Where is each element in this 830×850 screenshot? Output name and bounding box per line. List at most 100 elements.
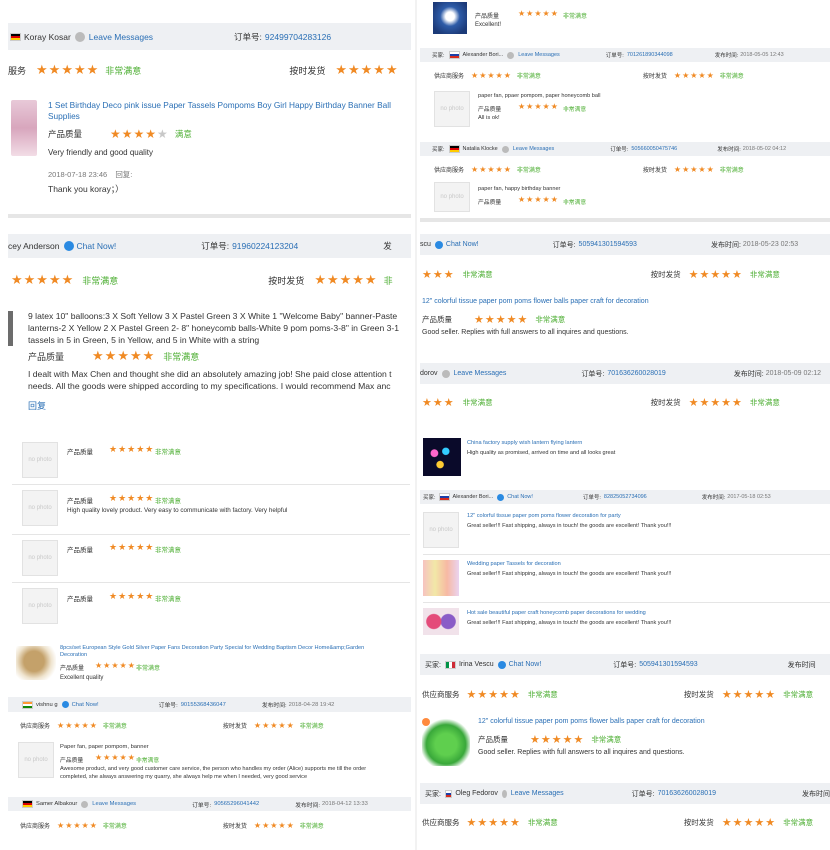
buyer-name[interactable]: Oleg Fedorov: [455, 790, 497, 797]
star-rating: ★★★★★: [673, 164, 715, 174]
order-number-link[interactable]: 701261890344098: [627, 52, 673, 58]
quality-label: 产品质量: [67, 596, 93, 603]
leave-messages-link[interactable]: Leave Messages: [513, 146, 555, 152]
chat-now-link[interactable]: Chat Now!: [77, 241, 117, 251]
review-comment: High quality lovely product. Very easy t…: [67, 507, 288, 514]
rating-text: 非常满意: [591, 734, 622, 744]
comment-line: completed, she always answering my quarr…: [60, 773, 308, 780]
star-rating: ★★★★★: [471, 70, 512, 80]
product-image[interactable]: [423, 608, 459, 635]
date-label: 发: [383, 241, 392, 251]
review-header: 买家: Irina Vescu Chat Now! 订单号: 505941301…: [420, 654, 830, 675]
review-comment: Excellent!: [475, 22, 502, 28]
product-image[interactable]: [8, 311, 13, 346]
rating-text: 非常满意: [527, 817, 558, 827]
divider: [423, 602, 830, 603]
quality-label: 产品质量: [67, 547, 93, 554]
review-header: 买家: Alexander Bori... Leave Messages 订单号…: [420, 48, 830, 62]
product-title-link[interactable]: Wedding paper Tassels for decoration: [467, 561, 561, 567]
supplier-service-label: 供应商服务: [20, 823, 51, 830]
placeholder-image: no photo: [18, 742, 54, 778]
rating-text: 非常满意: [563, 107, 587, 113]
star-rating: ★★★: [422, 396, 455, 409]
order-number-link[interactable]: 92499704283126: [265, 32, 331, 42]
rating-text: 非常满意: [783, 817, 814, 827]
chat-icon: [434, 240, 443, 249]
leave-messages-link[interactable]: Leave Messages: [92, 801, 136, 807]
buyer-name[interactable]: Alexander Bori...: [453, 494, 494, 500]
review-tile-5: 产品质量 ★★★★★ 非常满意 Excellent! 买家: Alexander…: [420, 0, 830, 215]
buyer-name[interactable]: Alexander Bori...: [463, 52, 504, 58]
buyer-name[interactable]: cey Anderson: [8, 241, 60, 251]
leave-messages-link[interactable]: Leave Messages: [89, 32, 153, 42]
leave-messages-link[interactable]: Leave Messages: [454, 370, 507, 377]
leave-messages-link[interactable]: Leave Messages: [511, 790, 564, 797]
product-title-link[interactable]: Hot sale beautiful paper craft honeycomb…: [467, 610, 646, 616]
star-rating: ★★★★★: [688, 268, 743, 281]
product-title-link[interactable]: 12" colorful tissue paper pom poms flowe…: [467, 513, 621, 519]
leave-messages-link[interactable]: Leave Messages: [518, 52, 560, 58]
order-number-link[interactable]: 701636260028019: [607, 370, 665, 377]
quality-row: 产品质量 ★★★★★ 非常满意: [478, 732, 830, 746]
buyer-name[interactable]: vishnu g: [36, 702, 58, 708]
chat-now-link[interactable]: Chat Now!: [446, 241, 479, 248]
star-rating: ★★★★★: [109, 542, 155, 552]
chat-now-link[interactable]: Chat Now!: [509, 661, 542, 668]
order-number-link[interactable]: 82825052734096: [604, 494, 647, 500]
product-image[interactable]: [422, 718, 470, 766]
chat-now-link[interactable]: Chat Now!: [72, 702, 99, 708]
order-number-link[interactable]: 505941301594593: [639, 661, 697, 668]
review-date-row: 2018-07-18 23:46 回复:: [48, 169, 132, 180]
product-image[interactable]: [433, 2, 467, 34]
order-number-link[interactable]: 505660050475746: [631, 146, 677, 152]
comment-line: I dealt with Max Chen and thought she di…: [28, 369, 392, 379]
buyer-name[interactable]: Samer Albakour: [36, 801, 77, 807]
buyer-name[interactable]: Koray Kosar: [24, 32, 71, 42]
ship-label: 按时发货: [683, 689, 714, 699]
review-header: scu Chat Now! 订单号: 505941301594593 发布时间:…: [420, 234, 830, 255]
quality-label: 产品质量: [478, 107, 502, 113]
product-title-link[interactable]: 8pcs/set European Style Gold Silver Pape…: [60, 645, 380, 659]
chat-now-link[interactable]: Chat Now!: [507, 494, 533, 500]
review-tile-7: China factory supply wish lantern flying…: [420, 430, 830, 635]
buyer-name[interactable]: scu: [420, 241, 431, 248]
order-number-link[interactable]: 90565296041442: [214, 801, 259, 807]
order-label: 订单号:: [582, 495, 601, 501]
description-line: lanterns-2 X Yellow 2 X Pastel Green 2- …: [28, 323, 400, 333]
buyer-name[interactable]: Irina Vescu: [459, 661, 494, 668]
order-number-link[interactable]: 505941301594593: [579, 241, 637, 248]
order-label: 订单号:: [605, 53, 624, 59]
product-title-link[interactable]: China factory supply wish lantern flying…: [467, 440, 582, 446]
product-image[interactable]: [11, 100, 37, 156]
chat-icon: [61, 701, 69, 708]
review-date: 2018-05-02 04:12: [742, 146, 787, 152]
order-number-link[interactable]: 90155368436047: [181, 702, 226, 708]
divider: [423, 554, 830, 555]
review-header: Koray Kosar Leave Messages 订单号: 92499704…: [8, 23, 411, 50]
placeholder-image: no photo: [22, 588, 58, 624]
buyer-name[interactable]: dorov: [420, 370, 438, 377]
review-tile-4: 8pcs/set European Style Gold Silver Pape…: [8, 638, 411, 850]
rating-text: 非: [383, 275, 393, 286]
order-number-link[interactable]: 91960224123204: [232, 241, 298, 251]
product-image[interactable]: [423, 560, 459, 596]
product-title-link[interactable]: 12" colorful tissue paper pom poms flowe…: [422, 298, 649, 305]
star-rating: ★★★★★: [466, 816, 521, 829]
avatar-icon: [74, 31, 85, 42]
product-title-link[interactable]: 12" colorful tissue paper pom poms flowe…: [478, 718, 705, 725]
buyer-name[interactable]: Natalia Klocke: [463, 146, 498, 152]
product-image[interactable]: [423, 438, 461, 476]
product-image[interactable]: [16, 646, 56, 680]
russia-flag-icon: [444, 789, 453, 798]
date-label: 发布时间:: [733, 370, 764, 378]
star-rating: ★★★★★: [95, 753, 136, 762]
review-comment: All is ok!: [478, 115, 500, 121]
reply-link[interactable]: 回复: [28, 399, 46, 412]
star-rating: ★★★★★: [253, 820, 295, 830]
rating-text: 非常满意: [299, 823, 324, 830]
product-title-link[interactable]: 1 Set Birthday Deco pink issue Paper Tas…: [48, 100, 411, 122]
divider: [12, 484, 410, 485]
chat-icon: [63, 241, 74, 251]
product-name: paper fan, happy birthday banner: [478, 186, 561, 192]
order-number-link[interactable]: 701636260028019: [658, 790, 716, 797]
